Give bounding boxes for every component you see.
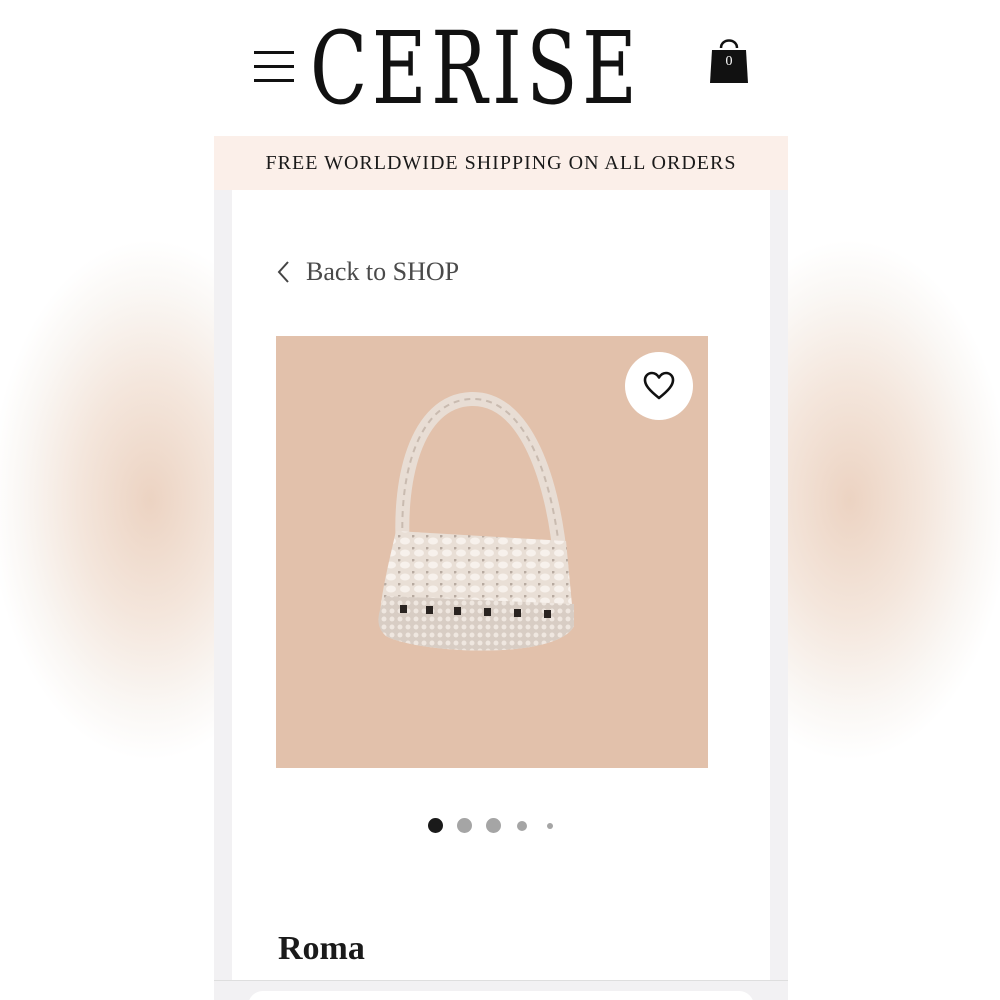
site-header: CERISE 0	[214, 0, 788, 136]
brand-logo[interactable]: CERISE	[310, 14, 641, 124]
carousel-dot[interactable]	[547, 823, 553, 829]
back-link-label: Back to SHOP	[306, 257, 460, 286]
back-to-shop-link[interactable]: Back to SHOP	[276, 252, 459, 292]
browser-bottom-bar	[214, 980, 788, 1000]
carousel-pagination	[232, 818, 770, 834]
hamburger-menu-icon[interactable]	[254, 47, 294, 87]
mobile-page: CERISE 0 FREE WORLDWIDE SHIPPING ON ALL …	[214, 0, 788, 1000]
shipping-banner-text: FREE WORLDWIDE SHIPPING ON ALL ORDERS	[265, 151, 737, 174]
product-card: Back to SHOP Roma	[232, 190, 770, 980]
chevron-left-icon	[277, 261, 289, 283]
product-title: Roma	[278, 930, 365, 967]
address-bar[interactable]	[248, 991, 754, 1000]
shipping-banner: FREE WORLDWIDE SHIPPING ON ALL ORDERS	[214, 136, 788, 190]
crochet-bag-illustration	[378, 391, 574, 651]
carousel-dot[interactable]	[486, 818, 501, 833]
heart-icon	[643, 371, 675, 400]
product-image[interactable]	[276, 336, 708, 768]
cart-button[interactable]: 0	[707, 34, 751, 84]
wishlist-button[interactable]	[625, 352, 693, 420]
background-blur-right	[786, 0, 1000, 1000]
background-blur-left	[0, 0, 214, 1000]
carousel-dot[interactable]	[428, 818, 443, 833]
carousel-dot[interactable]	[517, 821, 527, 831]
cart-count-badge: 0	[725, 54, 733, 69]
carousel-dot[interactable]	[457, 818, 472, 833]
